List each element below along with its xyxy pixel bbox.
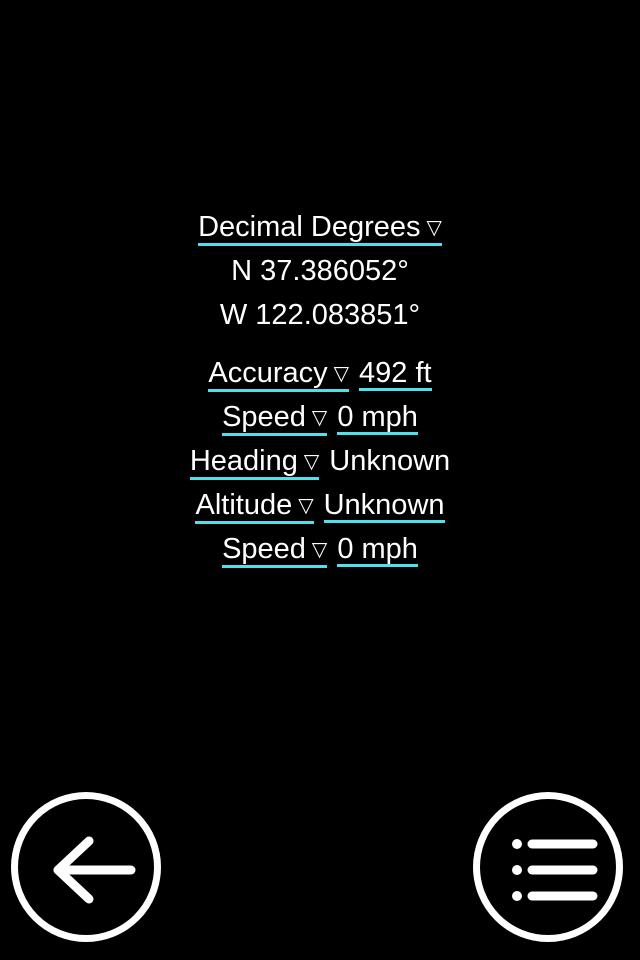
format-row: Decimal Degrees ▽ [0,205,640,249]
dropdown-triangle-icon: ▽ [311,539,328,561]
format-label: Decimal Degrees [198,211,421,243]
dropdown-triangle-icon: ▽ [426,217,442,239]
menu-button[interactable] [473,792,623,942]
speed-row-secondary: Speed ▽ 0 mph [0,527,640,571]
speed-row: Speed ▽ 0 mph [0,395,640,439]
heading-value: Unknown [329,445,451,477]
dropdown-triangle-icon: ▽ [311,407,328,429]
accuracy-row: Accuracy ▽ 492 ft [0,351,640,395]
dropdown-triangle-icon: ▽ [303,451,320,473]
longitude-value: W 122.083851° [219,299,421,331]
menu-list-icon [512,839,598,901]
arrow-left-icon [53,836,136,904]
altitude-value[interactable]: Unknown [323,490,445,523]
dropdown-triangle-icon: ▽ [333,363,350,385]
heading-selector[interactable]: Heading ▽ [189,445,320,480]
accuracy-selector[interactable]: Accuracy ▽ [208,357,350,392]
altitude-label: Altitude [195,489,293,521]
heading-label: Heading [189,445,298,477]
altitude-row: Altitude ▽ Unknown [0,483,640,527]
speed-label-secondary: Speed [222,533,306,565]
heading-row: Heading ▽ Unknown [0,439,640,483]
speed-selector[interactable]: Speed ▽ [222,401,328,436]
format-selector[interactable]: Decimal Degrees ▽ [198,212,442,246]
location-info-panel: Decimal Degrees ▽ N 37.386052° W 122.0838… [0,205,640,571]
speed-value-secondary[interactable]: 0 mph [337,534,418,567]
latitude-value: N 37.386052° [231,255,409,287]
back-button[interactable] [11,792,161,942]
altitude-selector[interactable]: Altitude ▽ [195,489,314,524]
speed-label: Speed [222,401,306,433]
accuracy-label: Accuracy [208,357,328,389]
speed-selector-secondary[interactable]: Speed ▽ [222,533,328,568]
accuracy-value[interactable]: 492 ft [359,358,432,391]
speed-value[interactable]: 0 mph [337,402,418,435]
dropdown-triangle-icon: ▽ [298,495,314,517]
